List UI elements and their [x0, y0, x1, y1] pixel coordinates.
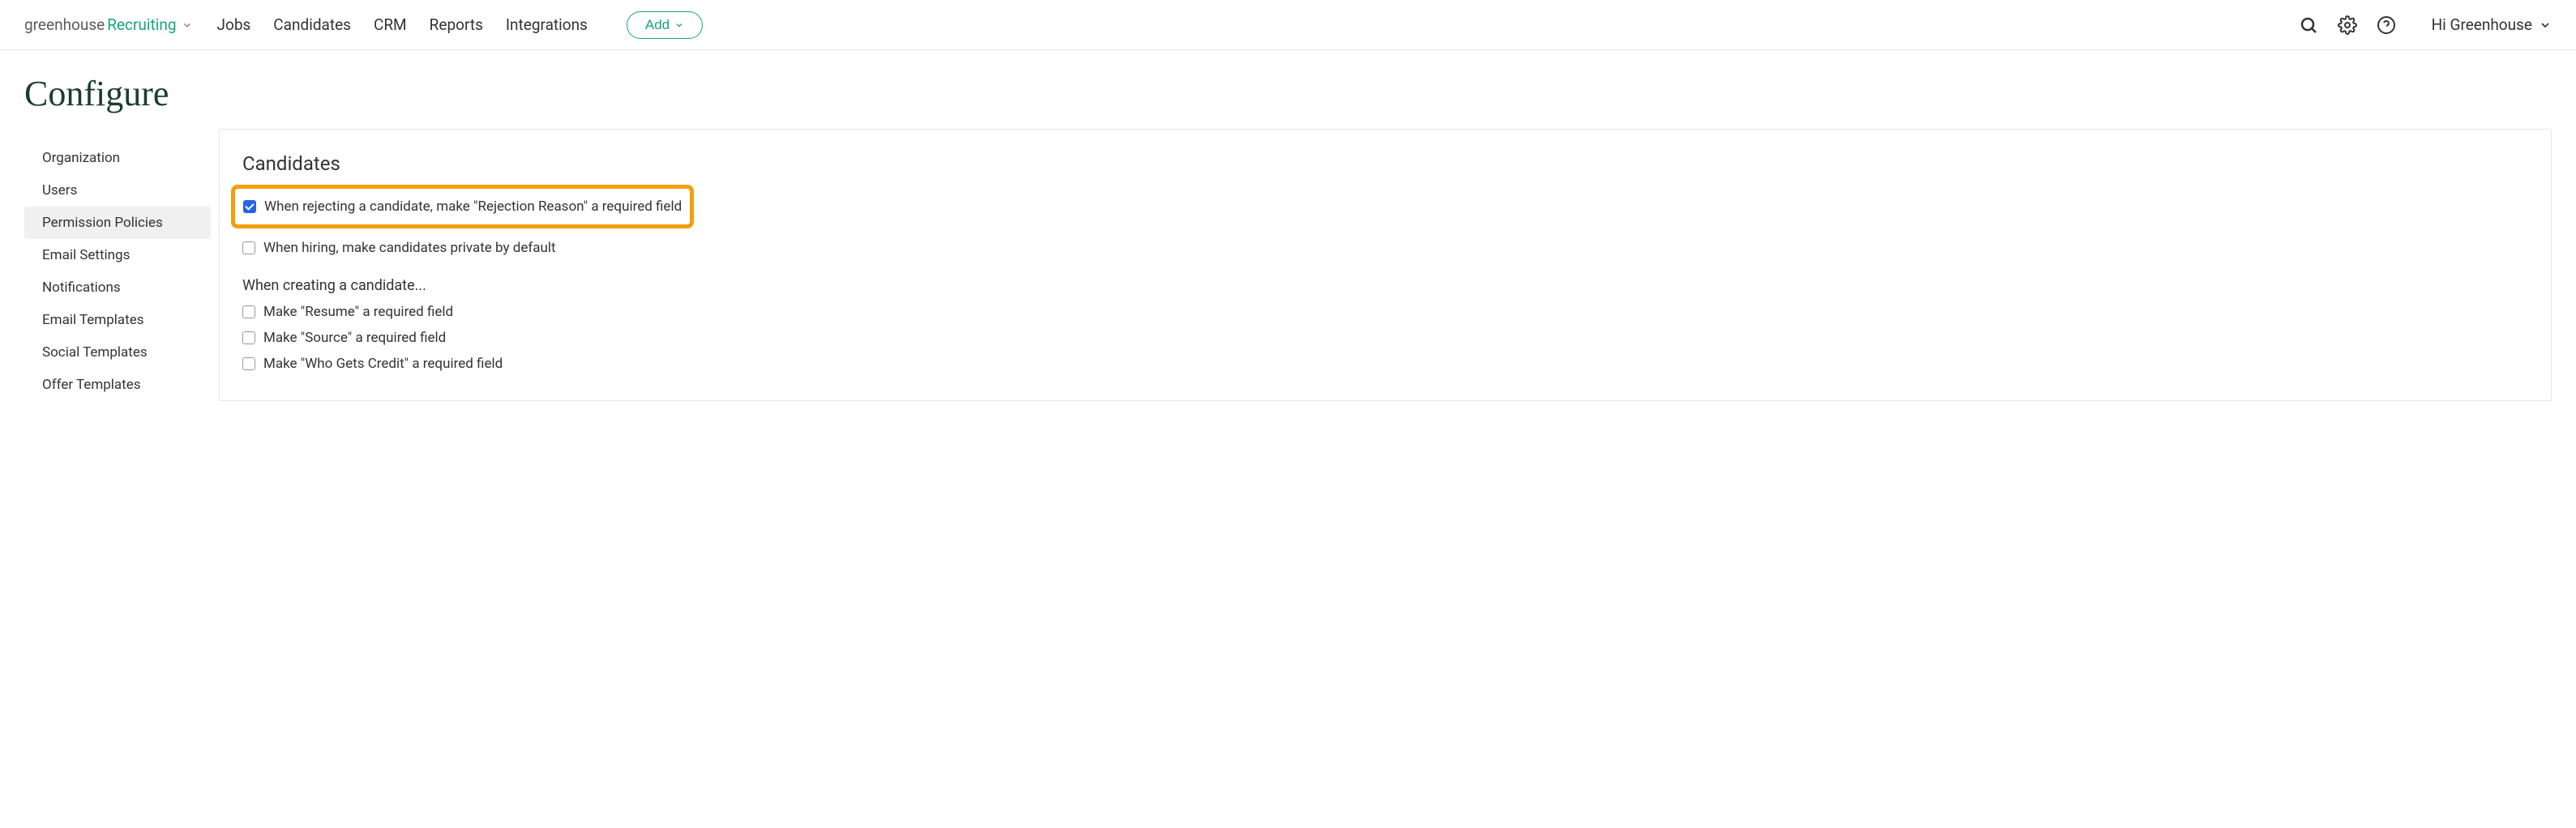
- checkbox-rejection-reason[interactable]: [243, 200, 256, 213]
- option-label: Make "Resume" a required field: [263, 304, 453, 320]
- logo-text-secondary: Recruiting: [107, 15, 176, 34]
- chevron-down-icon: [2539, 19, 2552, 32]
- nav-reports[interactable]: Reports: [430, 15, 483, 34]
- nav-crm[interactable]: CRM: [374, 15, 407, 34]
- checkbox-hiring-private[interactable]: [242, 241, 255, 254]
- option-label: Make "Source" a required field: [263, 330, 446, 346]
- user-greeting: Hi Greenhouse: [2432, 15, 2532, 34]
- option-source-required: Make "Source" a required field: [231, 325, 2528, 351]
- section-title-candidates: Candidates: [231, 152, 2528, 175]
- top-nav: greenhouse Recruiting Jobs Candidates CR…: [0, 0, 2576, 50]
- subsection-title: When creating a candidate...: [231, 277, 2528, 294]
- option-resume-required: Make "Resume" a required field: [231, 299, 2528, 325]
- logo-dropdown[interactable]: greenhouse Recruiting: [24, 15, 193, 34]
- add-button-label: Add: [645, 17, 670, 33]
- main-panel: Candidates When rejecting a candidate, m…: [219, 129, 2552, 401]
- sidebar-item-notifications[interactable]: Notifications: [24, 271, 211, 304]
- sidebar: Organization Users Permission Policies E…: [24, 129, 211, 401]
- checkbox-who-gets-credit-required[interactable]: [242, 357, 255, 370]
- sidebar-item-social-templates[interactable]: Social Templates: [24, 336, 211, 369]
- option-label: When hiring, make candidates private by …: [263, 240, 556, 256]
- option-label: When rejecting a candidate, make "Reject…: [264, 198, 682, 215]
- option-hiring-private: When hiring, make candidates private by …: [231, 235, 2528, 261]
- sidebar-item-organization[interactable]: Organization: [24, 142, 211, 174]
- nav-integrations[interactable]: Integrations: [506, 15, 588, 34]
- checkbox-source-required[interactable]: [242, 331, 255, 344]
- nav-icons: Hi Greenhouse: [2299, 15, 2552, 35]
- option-who-gets-credit-required: Make "Who Gets Credit" a required field: [231, 351, 2528, 377]
- help-icon[interactable]: [2377, 15, 2396, 35]
- sidebar-item-email-settings[interactable]: Email Settings: [24, 239, 211, 271]
- logo-text-primary: greenhouse: [24, 15, 105, 34]
- nav-links: Jobs Candidates CRM Reports Integrations: [217, 15, 588, 34]
- user-menu[interactable]: Hi Greenhouse: [2432, 15, 2552, 34]
- option-rejection-reason: When rejecting a candidate, make "Reject…: [243, 194, 682, 220]
- checkbox-resume-required[interactable]: [242, 305, 255, 318]
- search-icon[interactable]: [2299, 15, 2318, 35]
- chevron-down-icon: [674, 20, 684, 30]
- page-title: Configure: [0, 50, 2576, 129]
- option-label: Make "Who Gets Credit" a required field: [263, 356, 503, 372]
- nav-candidates[interactable]: Candidates: [273, 15, 351, 34]
- sidebar-item-email-templates[interactable]: Email Templates: [24, 304, 211, 336]
- highlighted-option: When rejecting a candidate, make "Reject…: [231, 185, 694, 228]
- add-button[interactable]: Add: [627, 11, 703, 39]
- sidebar-item-offer-templates[interactable]: Offer Templates: [24, 369, 211, 401]
- gear-icon[interactable]: [2338, 15, 2357, 35]
- chevron-down-icon: [182, 19, 193, 31]
- sidebar-item-permission-policies[interactable]: Permission Policies: [24, 207, 211, 239]
- nav-jobs[interactable]: Jobs: [217, 15, 251, 34]
- sidebar-item-users[interactable]: Users: [24, 174, 211, 207]
- content-area: Organization Users Permission Policies E…: [0, 129, 2576, 401]
